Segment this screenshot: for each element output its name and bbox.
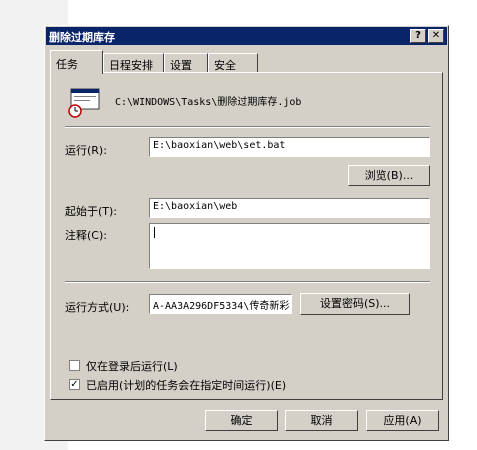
check-mark-icon: ✓	[70, 379, 79, 390]
tab-task-label: 任务	[56, 58, 78, 71]
comment-label: 注释(C):	[65, 229, 107, 242]
separator-middle	[65, 281, 430, 283]
tab-settings[interactable]: 设置	[164, 53, 208, 73]
cancel-button[interactable]: 取消	[285, 410, 358, 431]
tab-security[interactable]: 安全	[208, 53, 258, 73]
only-logged-on-label: 仅在登录后运行(L)	[86, 360, 178, 373]
run-field[interactable]: E:\baoxian\web\set.bat	[149, 137, 430, 157]
run-as-field[interactable]: A-AA3A296DF5334\传奇新彩	[149, 294, 292, 314]
start-in-label: 起始于(T):	[65, 205, 118, 218]
run-as-label: 运行方式(U):	[65, 301, 130, 314]
tab-settings-label: 设置	[170, 59, 192, 72]
apply-button[interactable]: 应用(A)	[366, 410, 439, 431]
window-title: 删除过期库存	[49, 31, 115, 44]
close-button[interactable]: ✕	[428, 29, 444, 43]
tab-schedule[interactable]: 日程安排	[103, 53, 164, 73]
only-logged-on-checkbox[interactable]	[69, 360, 80, 371]
run-label: 运行(R):	[65, 144, 107, 157]
text-caret	[154, 227, 155, 238]
title-bar: 删除过期库存 ? ✕	[46, 27, 447, 45]
task-file-path: C:\WINDOWS\Tasks\删除过期库存.job	[115, 97, 302, 108]
start-in-field[interactable]: E:\baoxian\web	[149, 198, 430, 218]
enabled-checkbox[interactable]: ✓	[69, 379, 80, 390]
scheduled-task-icon	[66, 87, 102, 119]
separator-top	[65, 126, 430, 128]
ok-button[interactable]: 确定	[205, 410, 278, 431]
task-tab-panel: C:\WINDOWS\Tasks\删除过期库存.job 运行(R): E:\ba…	[50, 72, 443, 400]
set-password-button[interactable]: 设置密码(S)...	[300, 293, 410, 315]
tab-security-label: 安全	[214, 59, 236, 72]
enabled-label: 已启用(计划的任务会在指定时间运行)(E)	[86, 379, 287, 392]
comment-field[interactable]	[149, 223, 430, 269]
help-button[interactable]: ?	[410, 29, 426, 43]
task-properties-dialog: 删除过期库存 ? ✕ 任务 日程安排 设置 安全 C:\WINDOWS\Task…	[44, 25, 449, 441]
tab-task[interactable]: 任务	[50, 50, 103, 74]
tab-schedule-label: 日程安排	[109, 59, 153, 72]
browse-button[interactable]: 浏览(B)...	[348, 165, 430, 186]
